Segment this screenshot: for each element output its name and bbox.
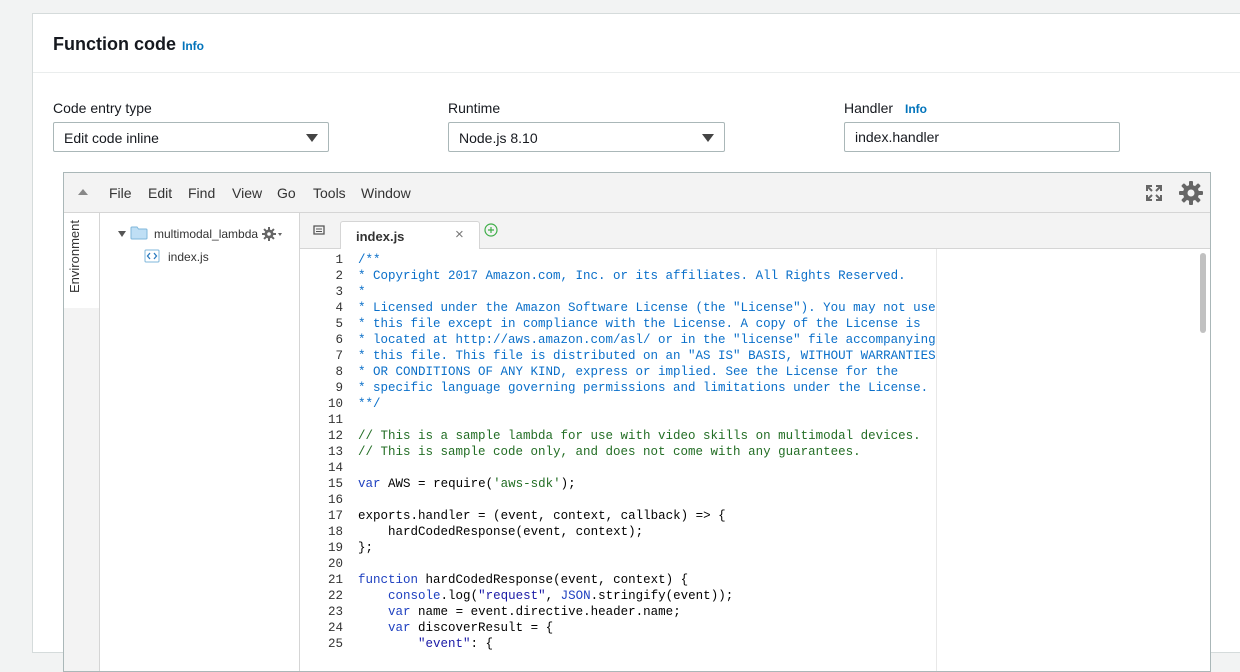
code-line[interactable]: // This is sample code only, and does no…	[358, 444, 1170, 460]
line-number: 5	[335, 317, 343, 331]
menu-find[interactable]: Find	[188, 185, 215, 201]
line-number: 9	[335, 381, 343, 395]
line-number: 7	[335, 349, 343, 363]
ide-menubar: File Edit Find View Go Tools Window	[64, 173, 1210, 213]
code-line[interactable]: console.log("request", JSON.stringify(ev…	[358, 588, 1170, 604]
line-number: 1	[335, 253, 343, 267]
handler-input[interactable]	[844, 122, 1120, 152]
line-number: 21	[327, 573, 343, 587]
code-line[interactable]	[358, 556, 1170, 572]
line-number: 14	[327, 461, 343, 475]
line-number: 2	[335, 269, 343, 283]
code-line[interactable]: * Licensed under the Amazon Software Lic…	[358, 300, 1170, 316]
line-number: 11	[327, 413, 343, 427]
menu-edit[interactable]: Edit	[148, 185, 172, 201]
settings-gear-icon[interactable]	[1177, 179, 1205, 207]
add-tab-icon[interactable]	[484, 223, 498, 237]
line-number: 4	[335, 301, 343, 315]
editor-tabbar: index.js ×	[300, 213, 1210, 249]
code-line[interactable]	[358, 460, 1170, 476]
code-line[interactable]: "event": {	[358, 636, 1170, 652]
code-line[interactable]: exports.handler = (event, context, callb…	[358, 508, 1170, 524]
chevron-down-icon	[306, 134, 318, 142]
tab-label: index.js	[356, 229, 405, 244]
menu-view[interactable]: View	[232, 185, 262, 201]
print-margin	[936, 249, 937, 671]
code-line[interactable]: // This is a sample lambda for use with …	[358, 428, 1170, 444]
js-file-icon	[144, 249, 160, 263]
runtime-label: Runtime	[448, 100, 501, 116]
runtime-select[interactable]: Node.js 8.10	[448, 122, 725, 152]
tree-file-label[interactable]: index.js	[168, 250, 209, 264]
code-line[interactable]: var AWS = require('aws-sdk');	[358, 476, 1170, 492]
line-number: 17	[327, 509, 343, 523]
folder-icon	[130, 226, 148, 240]
code-line[interactable]: * specific language governing permission…	[358, 380, 1170, 396]
handler-label: Handler	[844, 100, 894, 116]
line-number: 25	[327, 637, 343, 651]
line-number: 23	[327, 605, 343, 619]
line-number: 12	[327, 429, 343, 443]
panel-title: Function code	[53, 34, 176, 54]
line-number-gutter: 1 2 3 4 5 6 7 8 9 10 11 12 13 14 15 16 17 18 19 20 21 22 23 24 2…	[300, 249, 344, 671]
info-link[interactable]: Info	[182, 39, 204, 53]
folder-gear-icon[interactable]	[261, 226, 283, 242]
tab-index-js[interactable]: index.js ×	[340, 221, 480, 249]
vertical-scrollbar[interactable]	[1200, 253, 1206, 333]
line-number: 18	[327, 525, 343, 539]
code-line[interactable]: * located at http://aws.amazon.com/asl/ …	[358, 332, 1170, 348]
collapse-menu-icon[interactable]	[78, 189, 88, 195]
line-number: 16	[327, 493, 343, 507]
code-line[interactable]: * Copyright 2017 Amazon.com, Inc. or its…	[358, 268, 1170, 284]
code-line[interactable]: * this file except in compliance with th…	[358, 316, 1170, 332]
menu-file[interactable]: File	[109, 185, 132, 201]
code-area[interactable]: /** * Copyright 2017 Amazon.com, Inc. or …	[358, 249, 1170, 671]
panel-header: Function code Info	[33, 14, 1240, 73]
code-line[interactable]: };	[358, 540, 1170, 556]
code-line[interactable]: * this file. This file is distributed on…	[358, 348, 1170, 364]
code-line[interactable]: function hardCodedResponse(event, contex…	[358, 572, 1170, 588]
line-number: 22	[327, 589, 343, 603]
code-line[interactable]: *	[358, 284, 1170, 300]
code-entry-type-value: Edit code inline	[64, 130, 159, 146]
tab-list-icon[interactable]	[312, 224, 326, 236]
handler-info-link[interactable]: Info	[905, 102, 927, 116]
code-line[interactable]: * OR CONDITIONS OF ANY KIND, express or …	[358, 364, 1170, 380]
chevron-down-icon	[702, 134, 714, 142]
side-rail	[64, 308, 100, 671]
file-tree: multimodal_lambda index.js	[100, 213, 300, 671]
code-line[interactable]	[358, 412, 1170, 428]
environment-tab-label: Environment	[66, 220, 82, 293]
fullscreen-icon[interactable]	[1145, 184, 1163, 202]
line-number: 13	[327, 445, 343, 459]
line-number: 24	[327, 621, 343, 635]
menu-tools[interactable]: Tools	[313, 185, 346, 201]
code-line[interactable]: hardCodedResponse(event, context);	[358, 524, 1170, 540]
line-number: 19	[327, 541, 343, 555]
code-entry-type-select[interactable]: Edit code inline	[53, 122, 329, 152]
runtime-value: Node.js 8.10	[459, 130, 538, 146]
menu-window[interactable]: Window	[361, 185, 411, 201]
line-number: 10	[327, 397, 343, 411]
tree-expand-icon[interactable]	[118, 231, 126, 237]
code-line[interactable]: var name = event.directive.header.name;	[358, 604, 1170, 620]
line-number: 8	[335, 365, 343, 379]
line-number: 15	[327, 477, 343, 491]
menu-go[interactable]: Go	[277, 185, 296, 201]
code-line[interactable]: **/	[358, 396, 1170, 412]
tree-folder-label[interactable]: multimodal_lambda	[154, 227, 258, 241]
line-number: 6	[335, 333, 343, 347]
code-line[interactable]	[358, 492, 1170, 508]
function-code-panel: Function code Info Code entry type Edit …	[32, 13, 1240, 672]
code-line[interactable]: /**	[358, 252, 1170, 268]
close-icon[interactable]: ×	[455, 226, 464, 243]
line-number: 20	[327, 557, 343, 571]
environment-tab[interactable]: Environment	[64, 213, 100, 308]
code-editor[interactable]: 1 2 3 4 5 6 7 8 9 10 11 12 13 14 15 16 17 18 19 20 21 22 23 24 2…	[300, 249, 1210, 671]
code-editor-ide: File Edit Find View Go Tools Window Envi…	[63, 172, 1211, 672]
code-line[interactable]: var discoverResult = {	[358, 620, 1170, 636]
code-entry-type-label: Code entry type	[53, 100, 152, 116]
line-number: 3	[335, 285, 343, 299]
